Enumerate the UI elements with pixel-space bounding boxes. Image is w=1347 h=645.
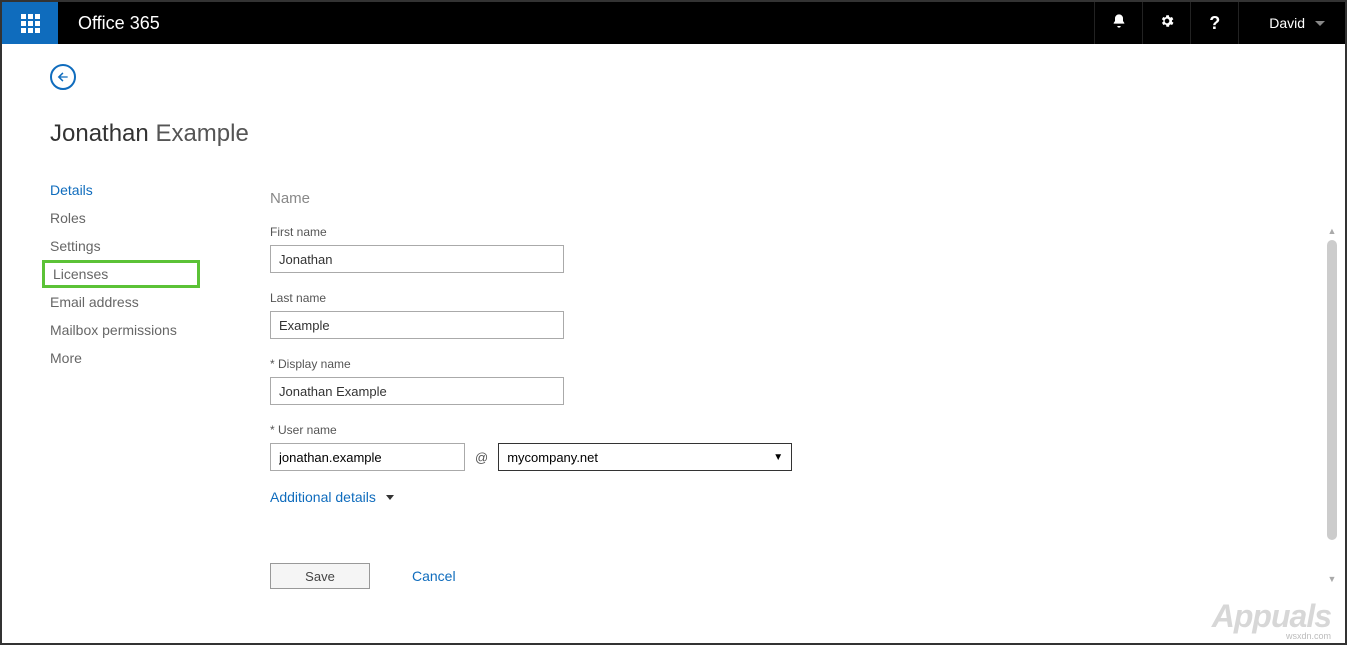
help-button[interactable]: ? — [1190, 2, 1238, 44]
waffle-icon — [21, 14, 40, 33]
sidebar-item-email-address[interactable]: Email address — [50, 288, 180, 316]
sidebar-item-mailbox-permissions[interactable]: Mailbox permissions — [50, 316, 180, 344]
display-name-input[interactable] — [270, 377, 564, 405]
sidebar-item-settings[interactable]: Settings — [50, 232, 180, 260]
sidebar-item-roles[interactable]: Roles — [50, 204, 180, 232]
domain-select-value: mycompany.net — [507, 450, 598, 465]
back-button[interactable] — [50, 64, 76, 90]
sidebar-nav: Details Roles Settings Licenses Email ad… — [50, 176, 180, 589]
bell-icon — [1111, 13, 1127, 34]
chevron-down-icon — [386, 495, 394, 500]
at-symbol: @ — [475, 450, 488, 465]
chevron-down-icon — [1315, 21, 1325, 26]
user-name-label: David — [1269, 15, 1305, 31]
user-menu[interactable]: David — [1238, 2, 1345, 44]
settings-button[interactable] — [1142, 2, 1190, 44]
sidebar-item-label: Mailbox permissions — [50, 322, 177, 338]
scrollbar-thumb[interactable] — [1327, 240, 1337, 540]
question-icon: ? — [1209, 13, 1220, 34]
sidebar-item-label: More — [50, 350, 82, 366]
sidebar-item-licenses[interactable]: Licenses — [42, 260, 200, 288]
chevron-down-icon: ▼ — [773, 452, 783, 463]
last-name-label: Last name — [270, 291, 1297, 305]
scroll-down-arrow[interactable]: ▼ — [1327, 574, 1337, 584]
brand-label[interactable]: Office 365 — [58, 13, 160, 34]
sidebar-item-details[interactable]: Details — [50, 176, 180, 204]
additional-details-label: Additional details — [270, 489, 376, 505]
top-bar: Office 365 ? David — [2, 2, 1345, 44]
content-area: Jonathan Example Details Roles Settings … — [4, 44, 1343, 641]
cancel-button[interactable]: Cancel — [412, 568, 456, 584]
save-button[interactable]: Save — [270, 563, 370, 589]
scroll-up-arrow[interactable]: ▲ — [1327, 226, 1337, 236]
user-name-input[interactable] — [270, 443, 465, 471]
sidebar-item-label: Settings — [50, 238, 101, 254]
app-launcher-button[interactable] — [2, 2, 58, 44]
details-form: Name First name Last name * Display name… — [270, 176, 1297, 589]
display-name-label: * Display name — [270, 357, 1297, 371]
gear-icon — [1159, 13, 1175, 34]
first-name-input[interactable] — [270, 245, 564, 273]
sidebar-item-label: Email address — [50, 294, 139, 310]
sidebar-item-label: Details — [50, 182, 93, 198]
sidebar-item-label: Roles — [50, 210, 86, 226]
title-last-name: Example — [155, 120, 248, 147]
title-first-name: Jonathan — [50, 120, 149, 147]
notifications-button[interactable] — [1094, 2, 1142, 44]
section-heading-name: Name — [270, 190, 1297, 207]
arrow-left-icon — [56, 70, 70, 84]
sidebar-item-label: Licenses — [53, 266, 108, 282]
user-name-label: * User name — [270, 423, 1297, 437]
first-name-label: First name — [270, 225, 1297, 239]
sidebar-item-more[interactable]: More — [50, 344, 180, 372]
additional-details-toggle[interactable]: Additional details — [270, 489, 1297, 505]
page-title: Jonathan Example — [50, 120, 1297, 148]
last-name-input[interactable] — [270, 311, 564, 339]
domain-select[interactable]: mycompany.net ▼ — [498, 443, 792, 471]
